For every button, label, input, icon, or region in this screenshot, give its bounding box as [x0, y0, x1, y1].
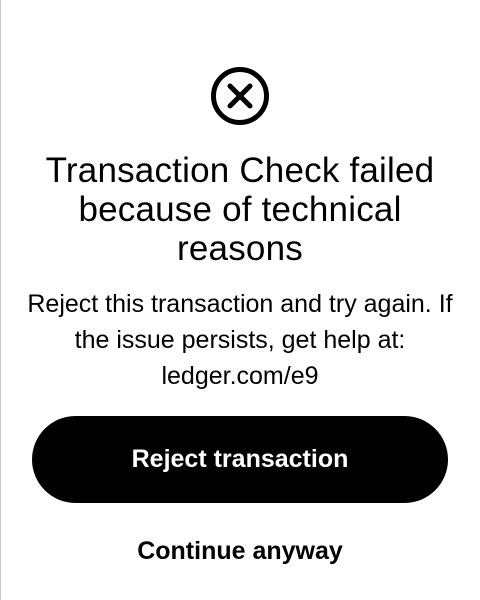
reject-transaction-button[interactable]: Reject transaction	[32, 416, 448, 503]
error-title: Transaction Check failed because of tech…	[45, 151, 435, 268]
transaction-check-error-screen: Transaction Check failed because of tech…	[0, 0, 480, 600]
error-message: Reject this transaction and try again. I…	[27, 290, 453, 390]
close-circle-icon	[211, 67, 269, 125]
continue-anyway-button[interactable]: Continue anyway	[80, 528, 400, 574]
